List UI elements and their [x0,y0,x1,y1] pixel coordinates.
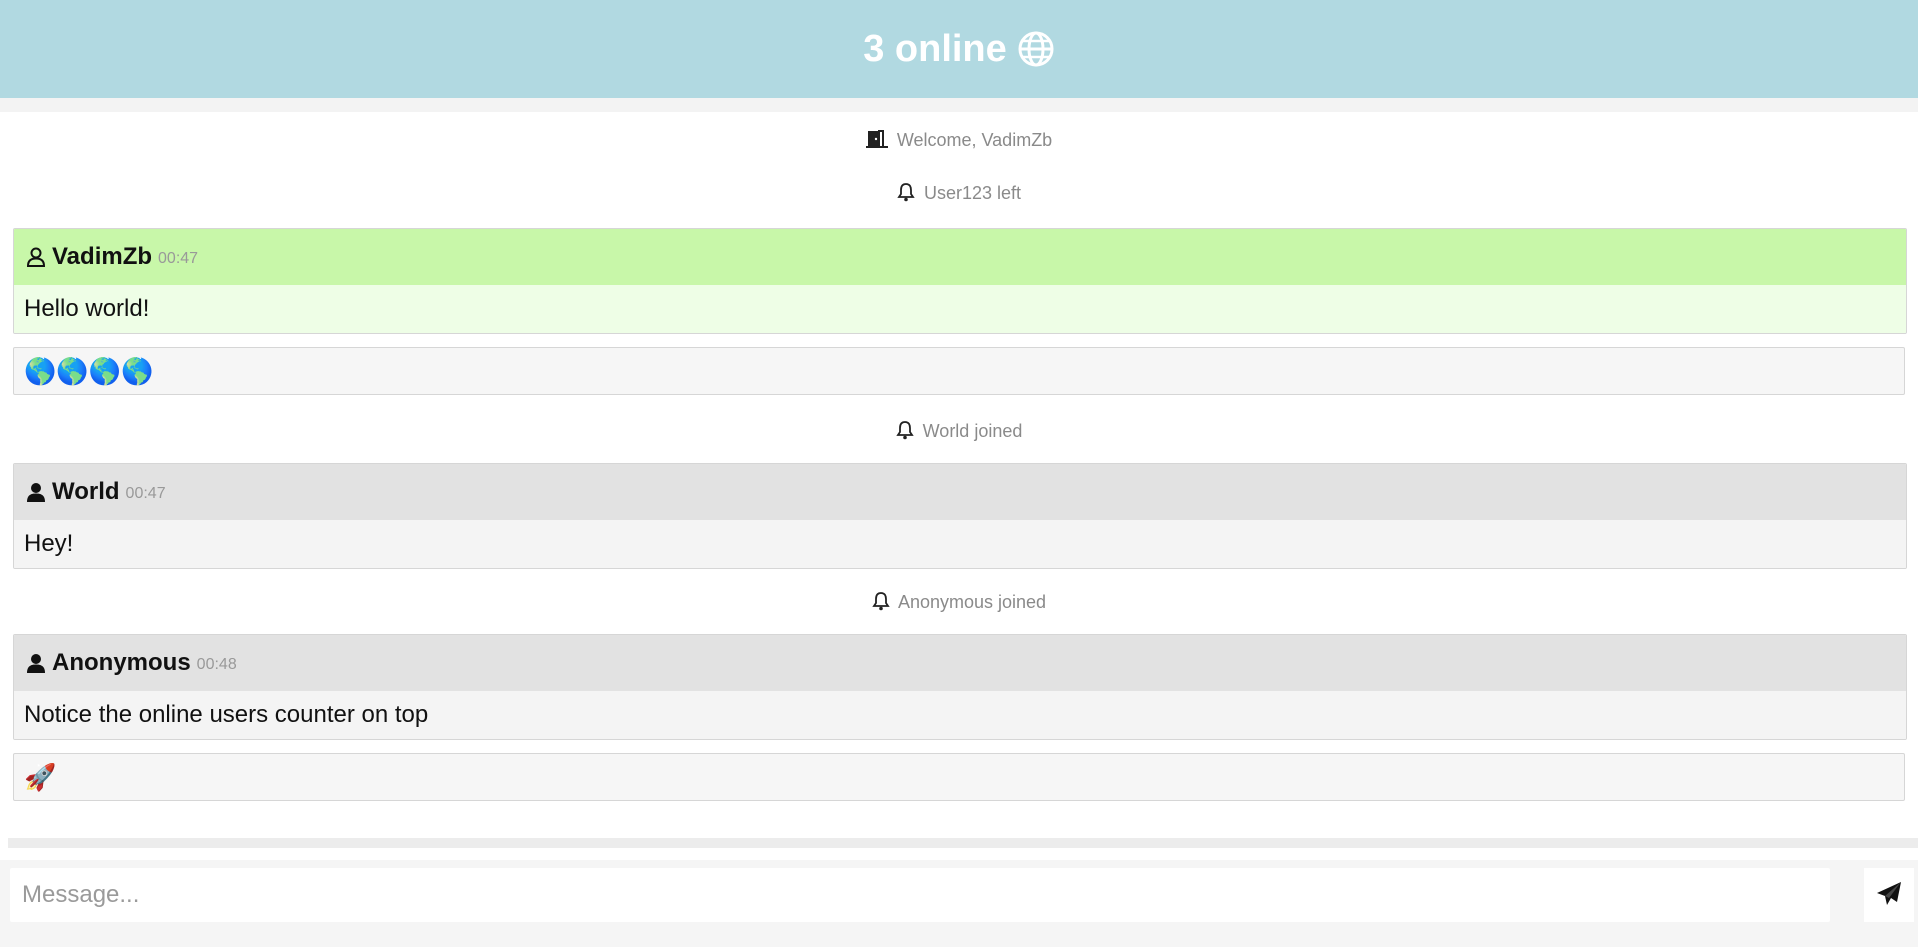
bell-icon [872,591,890,616]
user-icon [26,652,46,674]
message-card: Anonymous 00:48 Notice the online users … [13,634,1907,740]
composer-divider [8,838,1918,848]
message-time: 00:47 [158,250,199,267]
top-bar: 3 online [0,0,1918,98]
message-text: Hello world! [14,285,1906,333]
emoji-message: 🚀 [13,753,1905,801]
message-text: Hey! [14,520,1906,568]
system-notice: User123 left [0,182,1918,207]
message-header: Anonymous 00:48 [14,635,1906,691]
message-author: VadimZb [52,243,153,270]
message-time: 00:48 [196,656,237,673]
message-author: World [52,478,120,505]
send-icon [1875,880,1903,911]
message-composer [0,860,1918,947]
door-icon [865,129,888,154]
bell-icon [897,182,915,207]
message-card: VadimZb 00:47 Hello world! [13,228,1907,334]
message-input[interactable] [10,868,1830,922]
message-header: World 00:47 [14,464,1906,520]
user-icon [26,481,46,503]
send-button[interactable] [1864,868,1914,922]
message-card: World 00:47 Hey! [13,463,1907,569]
message-text: Notice the online users counter on top [14,691,1906,739]
online-count: 3 online [863,27,1007,70]
emoji-message: 🌎🌎🌎🌎 [13,347,1905,395]
message-author: Anonymous [52,649,191,676]
bell-icon [895,420,914,445]
globe-icon [1017,30,1055,68]
system-notice: Welcome, VadimZb [0,129,1918,154]
user-outline-icon [26,246,46,268]
header-divider [0,98,1918,112]
system-notice: Anonymous joined [0,591,1918,616]
message-header: VadimZb 00:47 [14,229,1906,285]
message-time: 00:47 [125,485,166,502]
system-notice: World joined [0,420,1918,445]
